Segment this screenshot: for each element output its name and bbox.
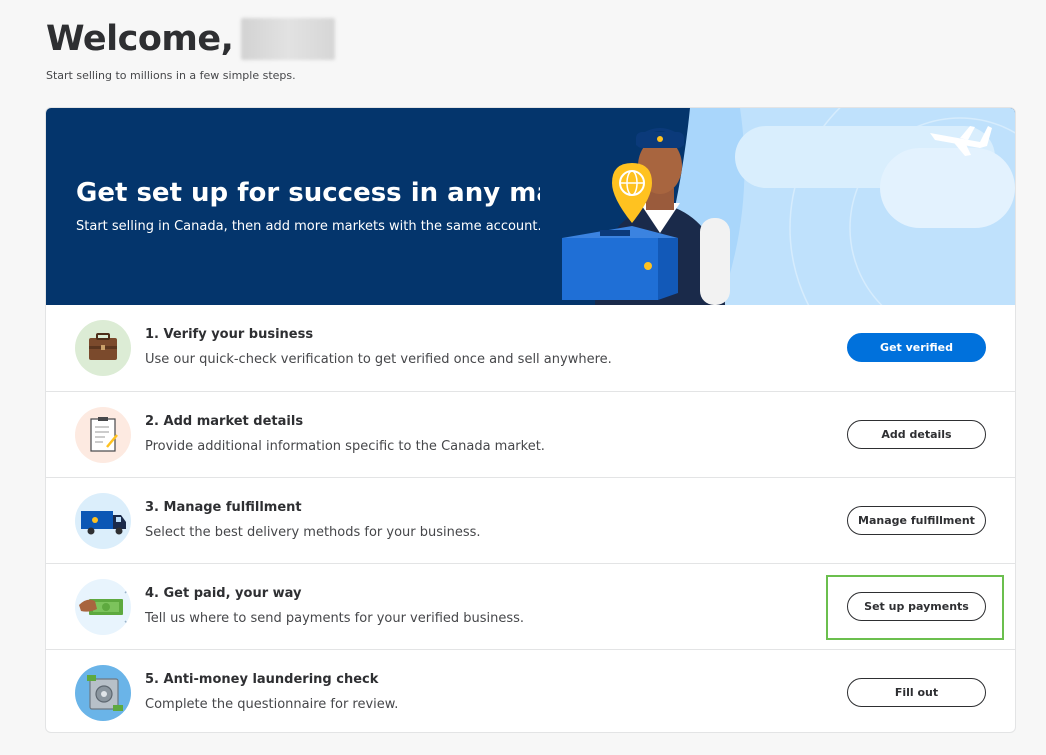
step-title: 4. Get paid, your way (145, 586, 302, 601)
step-description: Provide additional information specific … (145, 439, 545, 454)
step-description: Use our quick-check verification to get … (145, 352, 612, 367)
step-title: 3. Manage fulfillment (145, 500, 302, 515)
banner-title: Get set up for success in any market (76, 178, 614, 208)
safe-icon (75, 665, 131, 721)
fill-out-button[interactable]: Fill out (847, 678, 986, 707)
onboarding-card: Get set up for success in any market Sta… (45, 107, 1016, 733)
manage-fulfillment-button[interactable]: Manage fulfillment (847, 506, 986, 535)
set-up-payments-button[interactable]: Set up payments (847, 592, 986, 621)
welcome-header: Welcome, (46, 18, 336, 60)
step-description: Complete the questionnaire for review. (145, 697, 399, 712)
briefcase-icon (75, 320, 131, 376)
step-manage-fulfillment: 3. Manage fulfillment Select the best de… (46, 477, 1015, 563)
step-market-details: 2. Add market details Provide additional… (46, 391, 1015, 477)
step-description: Tell us where to send payments for your … (145, 611, 525, 626)
step-title: 2. Add market details (145, 414, 304, 429)
money-icon (75, 579, 131, 635)
banner-subtitle: Start selling in Canada, then add more m… (76, 219, 542, 234)
step-verify-business: 1. Verify your business Use our quick-ch… (46, 305, 1015, 391)
add-details-button[interactable]: Add details (847, 420, 986, 449)
step-title: 1. Verify your business (145, 327, 314, 342)
truck-icon (75, 493, 131, 549)
box-icon (562, 226, 678, 300)
redacted-user-name (241, 18, 336, 60)
step-anti-money-laundering: 5. Anti-money laundering check Complete … (46, 649, 1015, 732)
step-title: 5. Anti-money laundering check (145, 672, 379, 687)
step-description: Select the best delivery methods for you… (145, 525, 481, 540)
get-verified-button[interactable]: Get verified (847, 333, 986, 362)
setup-steps-list: 1. Verify your business Use our quick-ch… (46, 305, 1015, 732)
step-get-paid: 4. Get paid, your way Tell us where to s… (46, 563, 1015, 649)
welcome-title: Welcome, (46, 19, 234, 59)
hero-banner: Get set up for success in any market Sta… (46, 108, 1015, 305)
clipboard-icon (75, 407, 131, 463)
welcome-subtitle: Start selling to millions in a few simpl… (46, 69, 296, 82)
banner-illustration (540, 108, 1015, 305)
